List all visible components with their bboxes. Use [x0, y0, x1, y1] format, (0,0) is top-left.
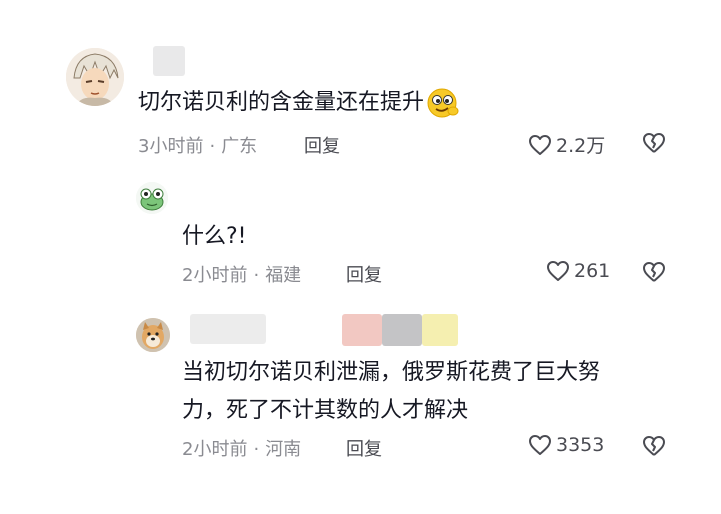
broken-heart-icon	[642, 261, 666, 283]
comment-text: 什么?!	[182, 224, 247, 249]
username-blurred[interactable]	[190, 314, 266, 344]
location: 河南	[265, 439, 302, 460]
username-blurred[interactable]	[153, 46, 185, 76]
timestamp: 3小时前	[138, 136, 204, 157]
avatar-frog-icon	[136, 182, 168, 214]
like-count: 261	[574, 260, 611, 282]
like-count: 2.2万	[556, 135, 606, 157]
heart-outline-icon	[528, 134, 552, 156]
comment-3: 当初切尔诺贝利泄漏，俄罗斯花费了巨大努 力，死了不计其数的人才解决 2小时前 · 河…	[0, 300, 721, 514]
broken-heart-icon	[642, 132, 666, 154]
username-badge-blurred-yellow	[422, 314, 458, 346]
like-button[interactable]: 2.2万	[528, 131, 605, 158]
comment-1: 切尔诺贝利的含金量还在提升 3小时前 · 广东 回复 2.2万	[0, 0, 721, 170]
avatar[interactable]	[66, 48, 124, 106]
timestamp: 2小时前	[182, 265, 248, 286]
reply-button[interactable]: 回复	[346, 435, 382, 461]
broken-heart-icon	[642, 435, 666, 457]
heart-outline-icon	[528, 434, 552, 456]
comment-text: 切尔诺贝利的含金量还在提升	[138, 86, 460, 120]
comment-meta: 3小时前 · 广东	[138, 136, 258, 157]
dislike-button[interactable]	[642, 132, 666, 154]
avatar-dog-icon	[136, 318, 170, 352]
heart-outline-icon	[546, 260, 570, 282]
avatar[interactable]	[136, 182, 168, 214]
comment-2: 什么?! 2小时前 · 福建 回复 261	[0, 170, 721, 300]
reply-button[interactable]: 回复	[304, 132, 340, 158]
reply-button[interactable]: 回复	[346, 261, 382, 287]
like-count: 3353	[556, 434, 605, 456]
dislike-button[interactable]	[642, 435, 666, 457]
timestamp: 2小时前	[182, 439, 248, 460]
like-button[interactable]: 3353	[528, 434, 604, 456]
comment-meta: 2小时前 · 河南	[182, 439, 302, 460]
username-badge-blurred-gray	[382, 314, 422, 346]
comment-text-line-2: 力，死了不计其数的人才解决	[182, 398, 469, 423]
location: 广东	[221, 136, 258, 157]
username-badge-blurred-pink	[342, 314, 382, 346]
dislike-button[interactable]	[642, 261, 666, 283]
like-button[interactable]: 261	[546, 260, 610, 282]
location: 福建	[265, 265, 302, 286]
avatar[interactable]	[136, 318, 170, 352]
squinting-face-emoji-icon	[426, 86, 460, 120]
avatar-anime-portrait-icon	[66, 48, 124, 106]
comment-meta: 2小时前 · 福建	[182, 265, 302, 286]
comment-text-line-1: 当初切尔诺贝利泄漏，俄罗斯花费了巨大努	[182, 360, 601, 385]
